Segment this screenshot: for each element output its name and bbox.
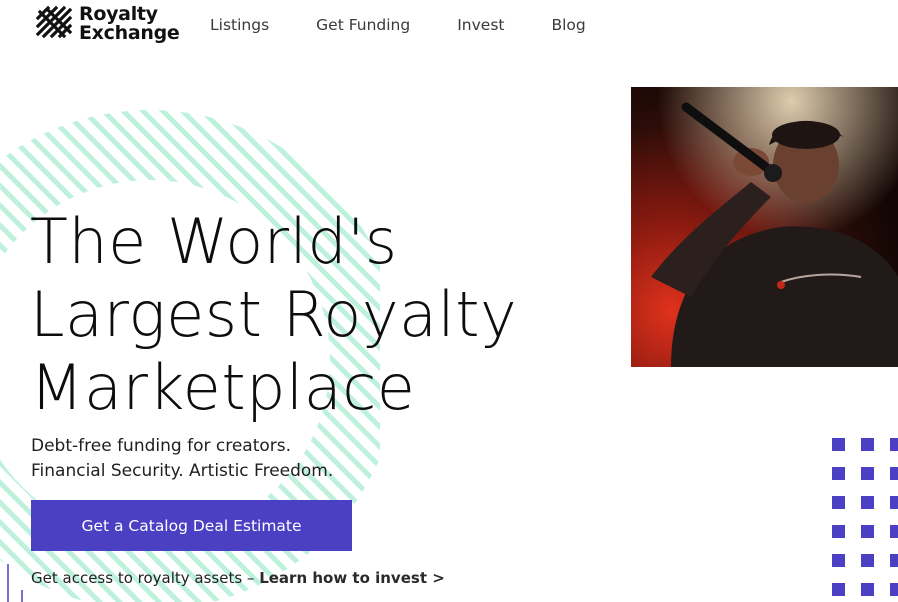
nav-get-funding[interactable]: Get Funding	[316, 16, 410, 34]
logo-icon	[35, 5, 73, 39]
nav-listings[interactable]: Listings	[210, 16, 269, 34]
catalog-estimate-button[interactable]: Get a Catalog Deal Estimate	[31, 500, 352, 551]
headline-line1: The World's	[30, 205, 398, 278]
brand-wordmark: Royalty Exchange	[79, 5, 180, 44]
headline-line3: Marketplace	[30, 351, 416, 424]
brand-logo[interactable]: Royalty Exchange	[34, 4, 180, 44]
decorative-line	[7, 564, 23, 602]
decorative-dot-grid	[832, 438, 898, 596]
performer-image	[631, 87, 898, 367]
nav-invest[interactable]: Invest	[457, 16, 504, 34]
brand-name-line2: Exchange	[79, 22, 180, 44]
nav-blog[interactable]: Blog	[551, 16, 585, 34]
hero-headline: The World's Largest Royalty Marketplace	[30, 205, 550, 424]
headline-line2: Largest Royalty	[30, 278, 518, 351]
hero-subline-2: Financial Security. Artistic Freedom.	[31, 461, 334, 481]
main-nav: Listings Get Funding Invest Blog	[195, 16, 618, 34]
learn-invest-link[interactable]: Learn how to invest >	[259, 569, 445, 587]
hero-subline-1: Debt-free funding for creators.	[31, 436, 292, 456]
invest-text: Get access to royalty assets –	[31, 569, 260, 587]
invest-line: Get access to royalty assets – Learn how…	[31, 569, 445, 587]
hero-photo	[631, 87, 898, 367]
